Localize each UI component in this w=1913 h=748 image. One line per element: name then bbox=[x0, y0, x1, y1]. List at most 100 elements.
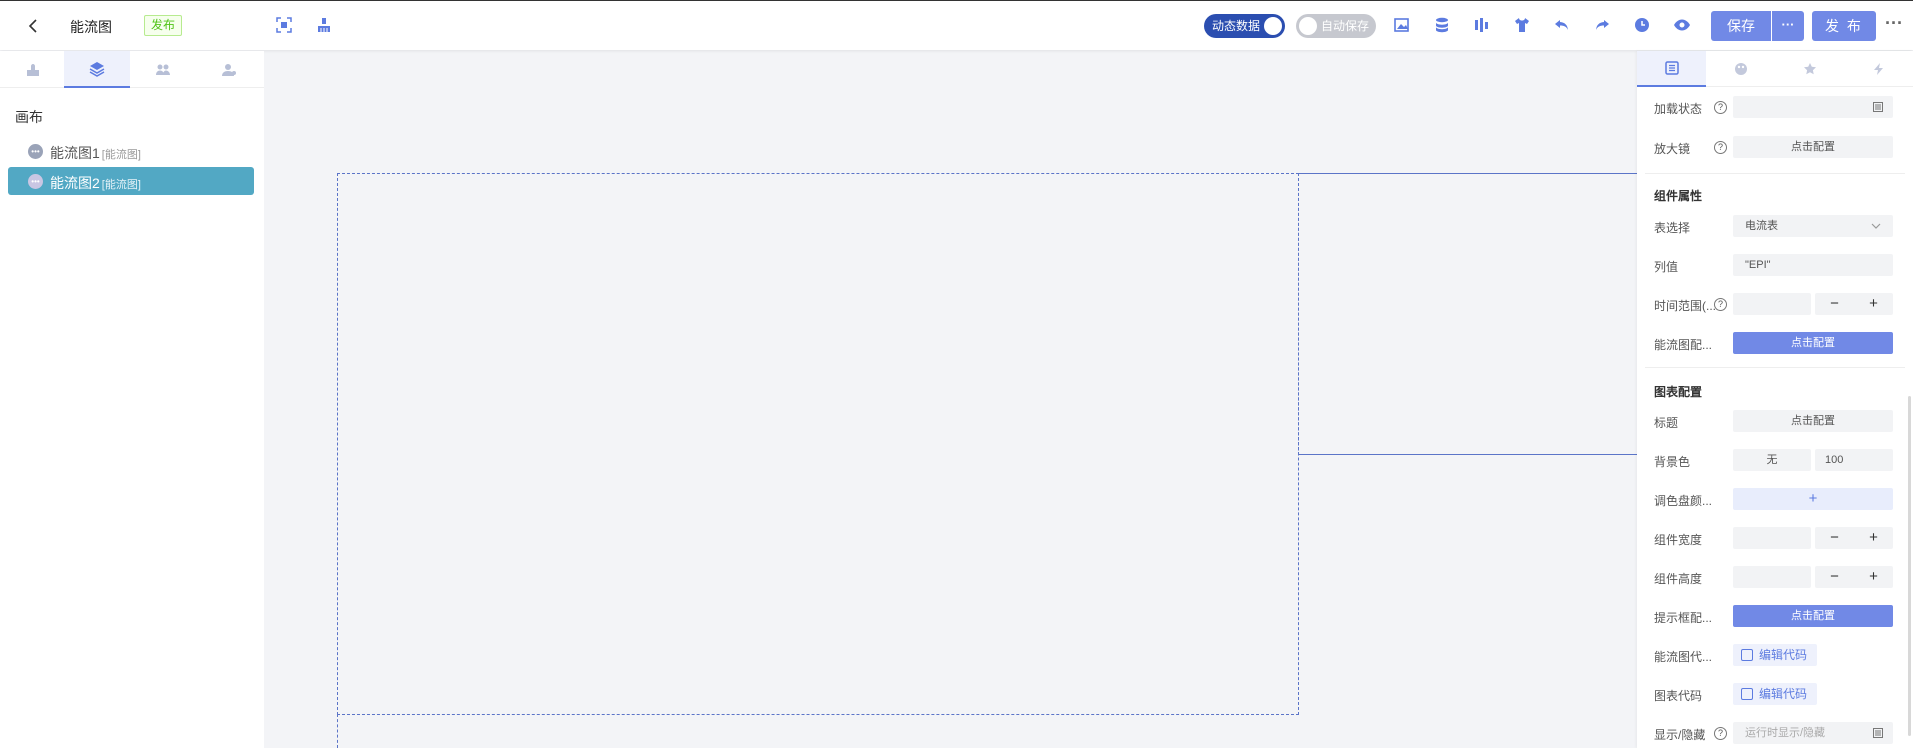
back-icon[interactable] bbox=[24, 16, 44, 36]
canvas-root-label[interactable]: 画布 bbox=[15, 107, 43, 127]
column-input[interactable]: "EPI" bbox=[1733, 254, 1893, 276]
width-stepper: − + bbox=[1815, 527, 1893, 549]
toggle-knob bbox=[1264, 17, 1282, 35]
save-options-button[interactable]: ··· bbox=[1772, 11, 1804, 41]
help-icon[interactable]: ? bbox=[1714, 101, 1727, 114]
minus-button[interactable]: − bbox=[1815, 293, 1854, 315]
publish-button[interactable]: 发 布 bbox=[1812, 11, 1876, 41]
height-stepper: − + bbox=[1815, 566, 1893, 588]
auto-save-toggle[interactable]: 自动保存 bbox=[1296, 14, 1376, 38]
dynamic-data-toggle[interactable]: 动态数据 bbox=[1204, 14, 1285, 38]
flow-config-label: 能流图配... bbox=[1654, 338, 1713, 352]
chart-title-label: 标题 bbox=[1654, 416, 1679, 430]
help-icon[interactable]: ? bbox=[1714, 141, 1727, 154]
theme-shirt-icon[interactable] bbox=[1512, 15, 1532, 35]
time-range-stepper: − + bbox=[1815, 293, 1893, 315]
fit-screen-icon[interactable] bbox=[274, 15, 294, 35]
tab-properties[interactable] bbox=[1637, 51, 1706, 87]
loading-state-field[interactable] bbox=[1733, 96, 1893, 118]
undo-icon[interactable] bbox=[1552, 15, 1572, 35]
bg-color-label: 背景色 bbox=[1654, 455, 1691, 469]
tooltip-config-button[interactable]: 点击配置 bbox=[1733, 605, 1893, 627]
more-menu-button[interactable]: ··· bbox=[1880, 13, 1908, 37]
chevron-down-icon bbox=[1871, 223, 1881, 229]
height-input[interactable] bbox=[1733, 566, 1811, 588]
layer-item[interactable]: ••• 能流图1 [能流图] bbox=[8, 137, 254, 165]
chart-layer-icon: ••• bbox=[28, 174, 43, 189]
toggle-knob bbox=[1299, 17, 1317, 35]
bg-opacity-input[interactable]: 100 bbox=[1815, 449, 1893, 471]
plus-button[interactable]: + bbox=[1854, 566, 1893, 588]
image-edit-icon[interactable] bbox=[1392, 15, 1412, 35]
help-icon[interactable]: ? bbox=[1714, 298, 1727, 311]
time-range-label: 时间范围(... bbox=[1654, 299, 1716, 313]
table-select-value: 电流表 bbox=[1745, 220, 1778, 232]
column-label: 列值 bbox=[1654, 260, 1679, 274]
table-select-label: 表选择 bbox=[1654, 221, 1691, 235]
divider bbox=[1645, 173, 1905, 174]
left-tabs bbox=[0, 51, 264, 88]
flow-code-label: 能流图代... bbox=[1654, 650, 1713, 664]
tab-components[interactable] bbox=[0, 51, 66, 88]
tab-style[interactable] bbox=[1706, 51, 1775, 87]
auto-save-label: 自动保存 bbox=[1321, 19, 1370, 33]
tab-user-settings[interactable] bbox=[196, 51, 262, 88]
chart-code-label: 图表代码 bbox=[1654, 689, 1703, 703]
loading-state-label: 加载状态 bbox=[1654, 102, 1703, 116]
visibility-placeholder: 运行时显示/隐藏 bbox=[1745, 727, 1826, 739]
redo-icon[interactable] bbox=[1592, 15, 1612, 35]
visibility-field[interactable]: 运行时显示/隐藏 bbox=[1733, 722, 1893, 744]
properties-panel: 加载状态 ? 放大镜 ? 点击配置 组件属性 表选择 电流表 列值 "EPI" … bbox=[1637, 51, 1913, 748]
code-icon bbox=[1873, 102, 1883, 112]
time-range-input[interactable] bbox=[1733, 293, 1811, 315]
plus-button[interactable]: + bbox=[1854, 293, 1893, 315]
page-title: 能流图 bbox=[70, 19, 112, 35]
tab-layers[interactable] bbox=[64, 51, 130, 88]
section-component-props: 组件属性 bbox=[1654, 189, 1703, 203]
width-input[interactable] bbox=[1733, 527, 1811, 549]
layer-item[interactable]: ••• 能流图2 [能流图] bbox=[8, 167, 254, 195]
tab-animation[interactable] bbox=[1775, 51, 1844, 87]
width-label: 组件宽度 bbox=[1654, 533, 1703, 547]
bg-color-picker[interactable]: 无 bbox=[1733, 449, 1811, 471]
panel-scrollbar[interactable] bbox=[1908, 396, 1911, 736]
flow-chart-frame-1[interactable] bbox=[337, 173, 1299, 715]
right-tabs bbox=[1637, 51, 1913, 87]
height-label: 组件高度 bbox=[1654, 572, 1703, 586]
layer-name: 能流图2 bbox=[50, 175, 100, 191]
palette-add-button[interactable]: + bbox=[1733, 488, 1893, 510]
chart-title-config-button[interactable]: 点击配置 bbox=[1733, 410, 1893, 432]
bar-chart-icon[interactable] bbox=[1472, 15, 1492, 35]
chart-code-edit-label: 编辑代码 bbox=[1759, 687, 1808, 701]
database-icon[interactable] bbox=[1432, 15, 1452, 35]
layer-type: [能流图] bbox=[101, 179, 141, 191]
plus-button[interactable]: + bbox=[1854, 527, 1893, 549]
flow-code-edit-label: 编辑代码 bbox=[1759, 648, 1808, 662]
tooltip-config-label: 提示框配... bbox=[1654, 611, 1713, 625]
help-icon[interactable]: ? bbox=[1714, 727, 1727, 740]
tab-users[interactable] bbox=[130, 51, 196, 88]
preview-eye-icon[interactable] bbox=[1672, 15, 1692, 35]
flow-config-button[interactable]: 点击配置 bbox=[1733, 332, 1893, 354]
tab-events[interactable] bbox=[1844, 51, 1913, 87]
table-select[interactable]: 电流表 bbox=[1733, 215, 1893, 237]
dynamic-data-label: 动态数据 bbox=[1212, 19, 1261, 33]
minus-button[interactable]: − bbox=[1815, 566, 1854, 588]
history-clock-icon[interactable] bbox=[1632, 15, 1652, 35]
chart-code-edit-button[interactable]: 编辑代码 bbox=[1733, 683, 1817, 705]
status-badge: 发布 bbox=[144, 15, 183, 36]
minus-button[interactable]: − bbox=[1815, 527, 1854, 549]
layer-name: 能流图1 bbox=[50, 145, 100, 161]
code-icon bbox=[1741, 649, 1753, 661]
brush-clear-icon[interactable] bbox=[314, 15, 334, 35]
flow-code-edit-button[interactable]: 编辑代码 bbox=[1733, 644, 1817, 666]
palette-label: 调色盘颜... bbox=[1654, 494, 1713, 508]
canvas-guide-line bbox=[337, 714, 338, 748]
magnifier-config-button[interactable]: 点击配置 bbox=[1733, 136, 1893, 158]
top-toolbar: 能流图 发布 动态数据 自动保存 保存 ··· 发 布 ··· bbox=[0, 0, 1913, 50]
chart-layer-icon: ••• bbox=[28, 144, 43, 159]
section-chart-config: 图表配置 bbox=[1654, 385, 1703, 399]
flow-chart-frame-2[interactable] bbox=[1298, 173, 1638, 455]
code-icon bbox=[1741, 688, 1753, 700]
save-button[interactable]: 保存 bbox=[1711, 11, 1771, 41]
